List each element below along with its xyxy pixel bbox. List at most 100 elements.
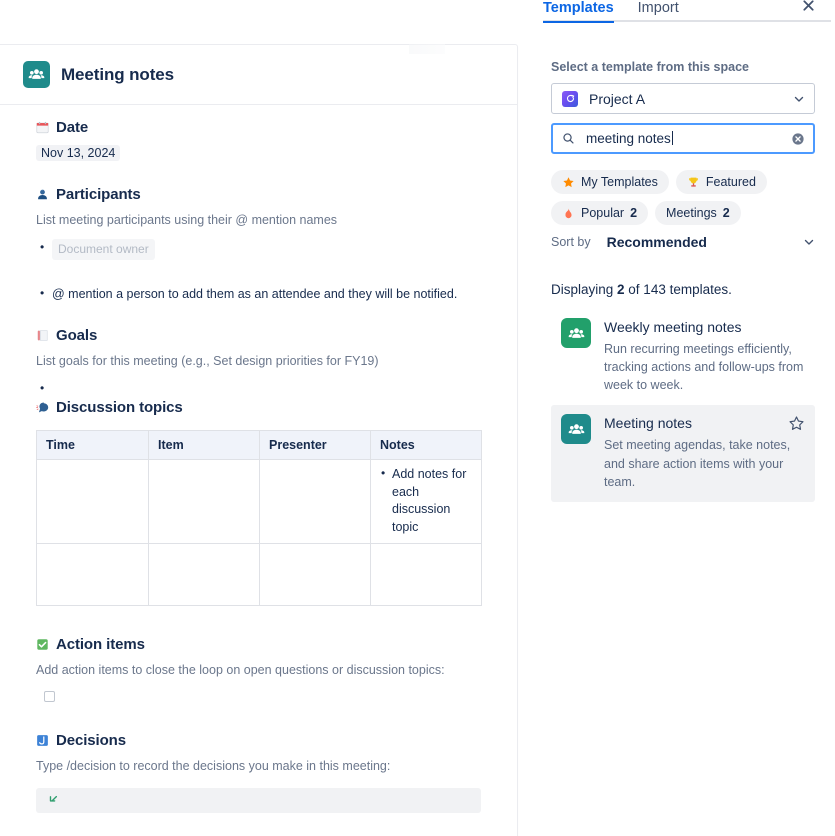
section-title-discussion-topics: Discussion topics	[56, 398, 183, 416]
filter-chip-label: Popular	[581, 206, 625, 220]
close-icon[interactable]	[797, 0, 819, 16]
section-heading-action-items: Action items	[36, 636, 481, 653]
cell-presenter[interactable]	[259, 542, 371, 606]
sort-value: Recommended	[606, 234, 707, 250]
search-value[interactable]: meeting notes	[586, 131, 791, 146]
filter-chip-featured[interactable]: Featured	[675, 170, 767, 194]
space-name: Project A	[589, 90, 646, 107]
table-header-row: Time Item Presenter Notes	[36, 429, 482, 460]
participants-list: Document owner	[36, 238, 481, 260]
results-suffix: of 143 templates.	[624, 282, 732, 297]
column-header-notes: Notes	[370, 429, 482, 460]
participants-hint: List meeting participants using their @ …	[36, 213, 338, 227]
cell-presenter[interactable]	[259, 458, 371, 544]
table-row[interactable]	[36, 542, 482, 606]
discussion-topics-table: Time Item Presenter Notes Add note	[36, 429, 482, 606]
cell-item[interactable]	[148, 458, 260, 544]
section-title-date: Date	[56, 119, 89, 136]
people-badge-icon	[23, 61, 50, 88]
document-card: Meeting notes Date Nov 13, 2024 Particip…	[0, 44, 518, 836]
notebook-icon	[36, 329, 49, 342]
panel-body: Select a template from this space Projec…	[529, 60, 831, 502]
trophy-icon	[687, 176, 700, 189]
tab-templates[interactable]: Templates	[543, 0, 614, 23]
section-heading-date: Date	[36, 119, 481, 136]
check-mark-icon	[36, 638, 49, 651]
section-title-participants: Participants	[56, 186, 141, 203]
participants-note-list: @ mention a person to add them as an att…	[36, 284, 481, 304]
space-select[interactable]: Project A	[551, 83, 815, 114]
section-title-goals: Goals	[56, 327, 98, 345]
section-title-decisions: Decisions	[56, 732, 126, 750]
action-item-checkbox[interactable]	[44, 691, 55, 703]
project-space-icon	[562, 90, 578, 107]
list-item[interactable]: Document owner	[36, 238, 481, 260]
partial-toolbar-artifact	[409, 44, 445, 54]
people-badge-icon	[561, 318, 591, 348]
filter-chip-meetings[interactable]: Meetings 2	[655, 201, 741, 225]
cell-notes[interactable]	[370, 542, 482, 606]
results-summary: Displaying 2 of 143 templates.	[551, 282, 815, 297]
page-title: Meeting notes	[61, 64, 174, 84]
app-root: Meeting notes Date Nov 13, 2024 Particip…	[0, 0, 835, 836]
template-name: Weekly meeting notes	[604, 319, 742, 335]
speaking-head-icon	[36, 401, 49, 414]
results-count: 2	[617, 282, 625, 297]
filter-chip-label: Meetings	[666, 206, 717, 220]
list-item: @ mention a person to add them as an att…	[36, 284, 481, 304]
filter-chip-count: 2	[630, 206, 638, 220]
fire-icon	[562, 207, 575, 220]
space-field-label: Select a template from this space	[551, 60, 749, 74]
section-title-action-items: Action items	[56, 635, 145, 653]
notes-bullet: Add notes for each discussion topic	[379, 465, 472, 537]
search-icon	[562, 132, 575, 145]
decisions-hint: Type /decision to record the decisions y…	[36, 759, 391, 774]
calendar-icon	[36, 121, 49, 134]
blue-j-icon	[36, 734, 49, 747]
filter-chip-label: Featured	[705, 175, 756, 189]
search-text: meeting notes	[586, 131, 671, 146]
decision-input-box[interactable]	[36, 787, 481, 813]
cell-time[interactable]	[36, 542, 149, 606]
template-results-list: Weekly meeting notes Run recurring meeti…	[551, 309, 815, 502]
document-preview-pane: Meeting notes Date Nov 13, 2024 Particip…	[0, 0, 529, 836]
template-text: Meeting notes Set meeting agendas, take …	[604, 414, 805, 490]
cell-notes[interactable]: Add notes for each discussion topic	[370, 458, 482, 544]
cell-item[interactable]	[148, 542, 260, 606]
search-input[interactable]: meeting notes	[551, 123, 815, 154]
action-items-hint: Add action items to close the loop on op…	[36, 662, 445, 677]
template-name: Meeting notes	[604, 415, 692, 432]
people-badge-icon	[561, 414, 591, 445]
templates-panel: Templates Import Select a template from …	[529, 0, 831, 836]
column-header-item: Item	[148, 429, 260, 460]
star-icon	[562, 176, 575, 189]
filter-chip-popular[interactable]: Popular 2	[551, 201, 649, 225]
section-heading-goals: Goals	[36, 327, 481, 344]
document-owner-placeholder[interactable]: Document owner	[52, 238, 155, 260]
text-caret	[671, 131, 673, 145]
column-header-presenter: Presenter	[259, 429, 371, 460]
column-header-time: Time	[36, 429, 149, 460]
date-value-chip[interactable]: Nov 13, 2024	[36, 145, 121, 161]
cell-time[interactable]	[36, 458, 149, 544]
document-body: Date Nov 13, 2024 Participants List meet…	[0, 105, 517, 836]
filter-chip-my-templates[interactable]: My Templates	[551, 170, 669, 194]
clear-icon[interactable]	[791, 132, 805, 146]
template-card-weekly-meeting-notes[interactable]: Weekly meeting notes Run recurring meeti…	[551, 309, 815, 405]
template-description: Set meeting agendas, take notes, and sha…	[604, 438, 791, 489]
chevron-down-icon	[803, 236, 815, 248]
filter-chip-row-2: Popular 2 Meetings 2	[551, 201, 815, 225]
section-heading-decisions: Decisions	[36, 732, 481, 749]
template-text: Weekly meeting notes Run recurring meeti…	[604, 318, 805, 394]
template-card-meeting-notes[interactable]: Meeting notes Set meeting agendas, take …	[551, 405, 815, 502]
tab-import[interactable]: Import	[638, 0, 679, 21]
filter-chips: My Templates Featured Popular 2 Meetings…	[551, 170, 815, 225]
section-heading-discussion-topics: Discussion topics	[36, 399, 481, 416]
chevron-down-icon	[793, 93, 805, 105]
panel-tabs: Templates Import	[529, 0, 831, 23]
sort-select[interactable]: Recommended	[607, 234, 815, 250]
filter-chip-row-1: My Templates Featured	[551, 170, 815, 194]
table-row[interactable]: Add notes for each discussion topic	[36, 458, 482, 544]
star-outline-icon[interactable]	[788, 415, 805, 432]
template-description: Run recurring meetings efficiently, trac…	[604, 342, 804, 393]
